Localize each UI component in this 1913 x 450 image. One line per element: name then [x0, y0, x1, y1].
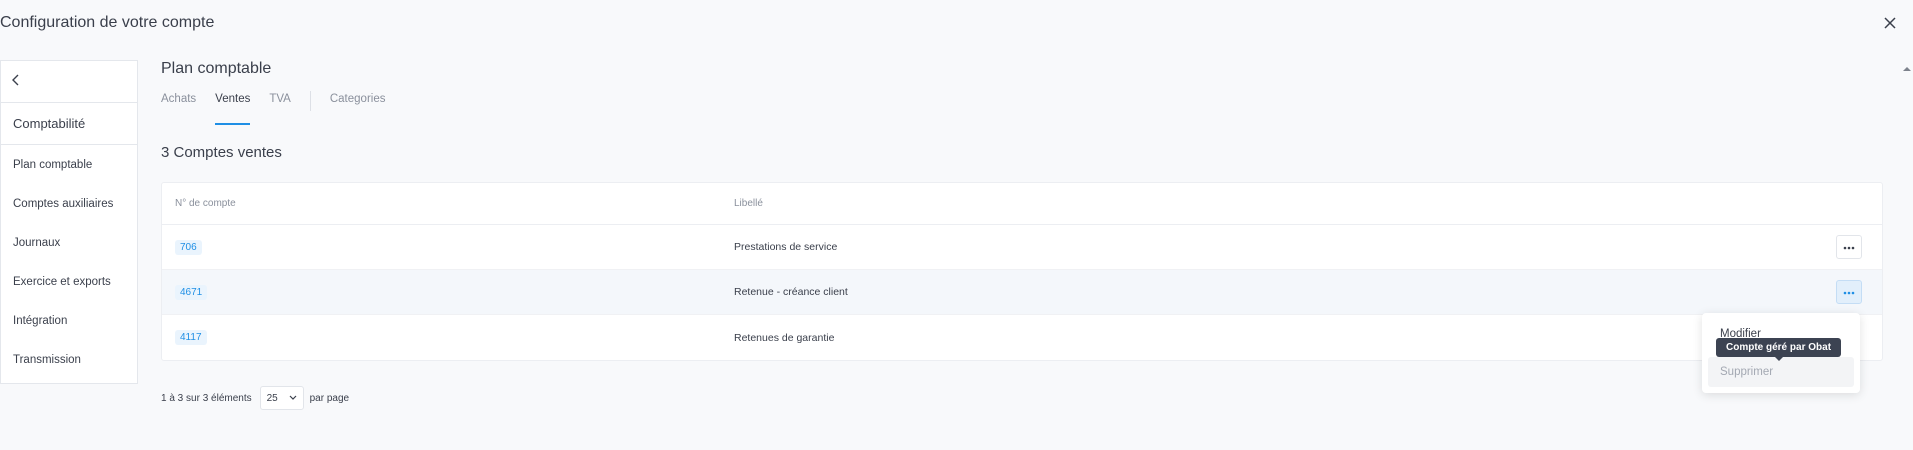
sidebar-item-plan-comptable[interactable]: Plan comptable — [1, 145, 137, 184]
more-horizontal-icon — [1843, 241, 1855, 253]
table-row[interactable]: 706 Prestations de service — [162, 225, 1882, 270]
modal-title: Configuration de votre compte — [0, 14, 215, 31]
pagination: 1 à 3 sur 3 éléments 25 par page — [161, 386, 349, 410]
row-actions-button[interactable] — [1836, 280, 1862, 304]
scroll-up-icon[interactable] — [1903, 60, 1911, 71]
tab-achats[interactable]: Achats — [161, 93, 196, 125]
accounts-table: N° de compte Libellé 706 Prestations de … — [161, 182, 1883, 361]
sidebar-item-journaux[interactable]: Journaux — [1, 223, 137, 262]
row-actions-button[interactable] — [1836, 235, 1862, 259]
sidebar-item-comptes-auxiliaires[interactable]: Comptes auxiliaires — [1, 184, 137, 223]
tab-tva[interactable]: TVA — [269, 93, 291, 125]
menu-item-supprimer[interactable]: Supprimer — [1708, 357, 1854, 387]
tab-categories[interactable]: Categories — [330, 93, 386, 125]
tab-ventes[interactable]: Ventes — [215, 93, 251, 125]
column-header-account-number[interactable]: N° de compte — [162, 198, 734, 209]
pagination-range-text: 1 à 3 sur 3 éléments — [161, 392, 252, 404]
tab-divider — [309, 91, 311, 111]
account-number-badge: 4671 — [175, 284, 208, 300]
page-size-select[interactable]: 25 — [259, 386, 304, 410]
sidebar-item-integration[interactable]: Intégration — [1, 301, 137, 340]
per-page-label: par page — [309, 392, 350, 404]
account-number-badge: 706 — [175, 239, 202, 255]
back-button[interactable] — [1, 61, 137, 103]
sidebar-section-title: Comptabilité — [1, 103, 137, 145]
account-label: Retenue - créance client — [734, 286, 848, 298]
table-row[interactable]: 4671 Retenue - créance client — [162, 270, 1882, 315]
sidebar-item-transmission[interactable]: Transmission — [1, 340, 137, 379]
tooltip: Compte géré par Obat — [1716, 338, 1842, 361]
chevron-down-icon — [289, 393, 297, 404]
tabs-bar: Achats Ventes TVA Categories — [161, 91, 404, 125]
accounts-count-title: 3 Comptes ventes — [161, 144, 282, 161]
more-horizontal-icon — [1843, 286, 1855, 298]
table-header: N° de compte Libellé — [162, 183, 1882, 225]
sidebar-item-exercice-exports[interactable]: Exercice et exports — [1, 262, 137, 301]
column-header-label[interactable]: Libellé — [734, 198, 1882, 209]
account-number-badge: 4117 — [175, 330, 207, 345]
page-size-value: 25 — [266, 392, 278, 404]
chevron-left-icon — [11, 73, 21, 91]
close-icon[interactable] — [1879, 12, 1901, 34]
account-label: Prestations de service — [734, 241, 838, 253]
settings-sidebar: Comptabilité Plan comptable Comptes auxi… — [0, 60, 138, 384]
table-row[interactable]: 4117 Retenues de garantie — [162, 315, 1882, 360]
page-title: Plan comptable — [161, 60, 272, 77]
